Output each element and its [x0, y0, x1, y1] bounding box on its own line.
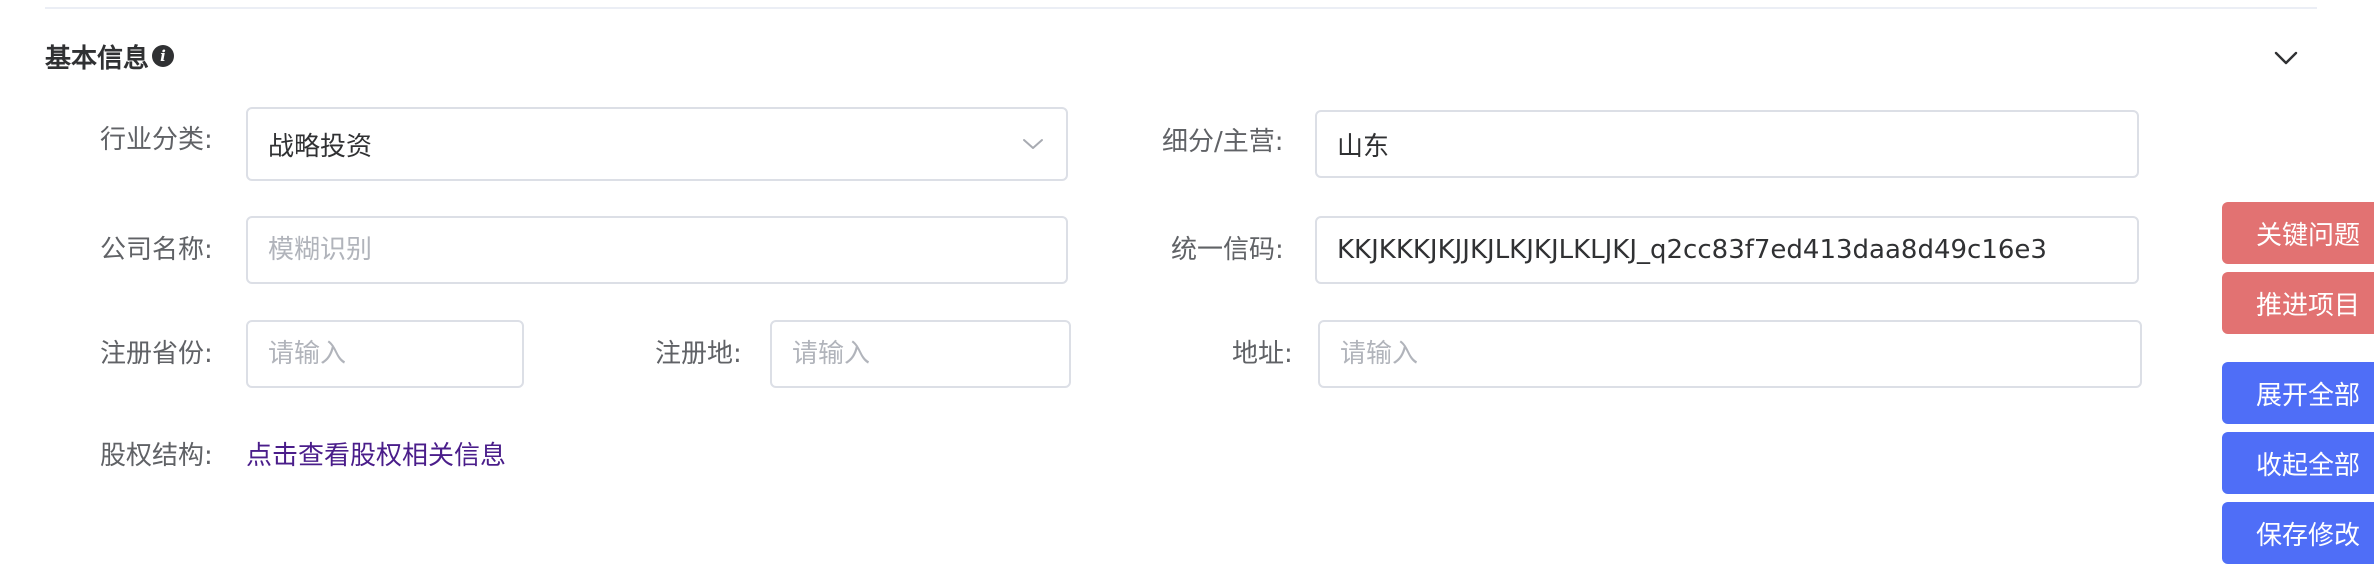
reg-province-label: 注册省份: [100, 339, 213, 369]
segment-input-field[interactable] [1337, 129, 2117, 159]
reg-province-input[interactable] [246, 320, 524, 388]
expand-all-button[interactable]: 展开全部 [2222, 362, 2374, 424]
credit-code-label: 统一信码: [1171, 235, 1284, 265]
reg-province-input-field[interactable] [268, 339, 502, 369]
company-name-input[interactable] [246, 216, 1068, 284]
section-collapse-toggle[interactable] [2268, 40, 2304, 76]
equity-label: 股权结构: [100, 441, 213, 471]
address-input-field[interactable] [1340, 339, 2120, 369]
segment-input[interactable] [1315, 110, 2139, 178]
section-title: 基本信息 [45, 43, 150, 74]
chevron-down-icon [1020, 131, 1046, 157]
company-name-label: 公司名称: [100, 235, 213, 265]
key-issues-button[interactable]: 关键问题 [2222, 202, 2374, 264]
credit-code-input[interactable] [1315, 216, 2139, 284]
address-input[interactable] [1318, 320, 2142, 388]
industry-select[interactable]: 战略投资 [246, 107, 1068, 181]
reg-place-label: 注册地: [655, 339, 742, 369]
collapse-all-button[interactable]: 收起全部 [2222, 432, 2374, 494]
section-header: 基本信息 i [45, 36, 175, 76]
chevron-down-icon [2274, 51, 2298, 65]
credit-code-input-field[interactable] [1337, 235, 2117, 265]
equity-info-link[interactable]: 点击查看股权相关信息 [246, 436, 506, 476]
top-divider [45, 7, 2317, 9]
advance-project-button[interactable]: 推进项目 [2222, 272, 2374, 334]
reg-place-input-field[interactable] [792, 339, 1049, 369]
industry-select-value: 战略投资 [268, 131, 373, 162]
info-icon[interactable]: i [152, 45, 175, 67]
company-name-input-field[interactable] [268, 235, 1046, 265]
address-label: 地址: [1232, 339, 1293, 369]
save-changes-button[interactable]: 保存修改 [2222, 502, 2374, 564]
industry-label: 行业分类: [100, 125, 213, 155]
reg-place-input[interactable] [770, 320, 1071, 388]
segment-label: 细分/主营: [1162, 127, 1284, 157]
